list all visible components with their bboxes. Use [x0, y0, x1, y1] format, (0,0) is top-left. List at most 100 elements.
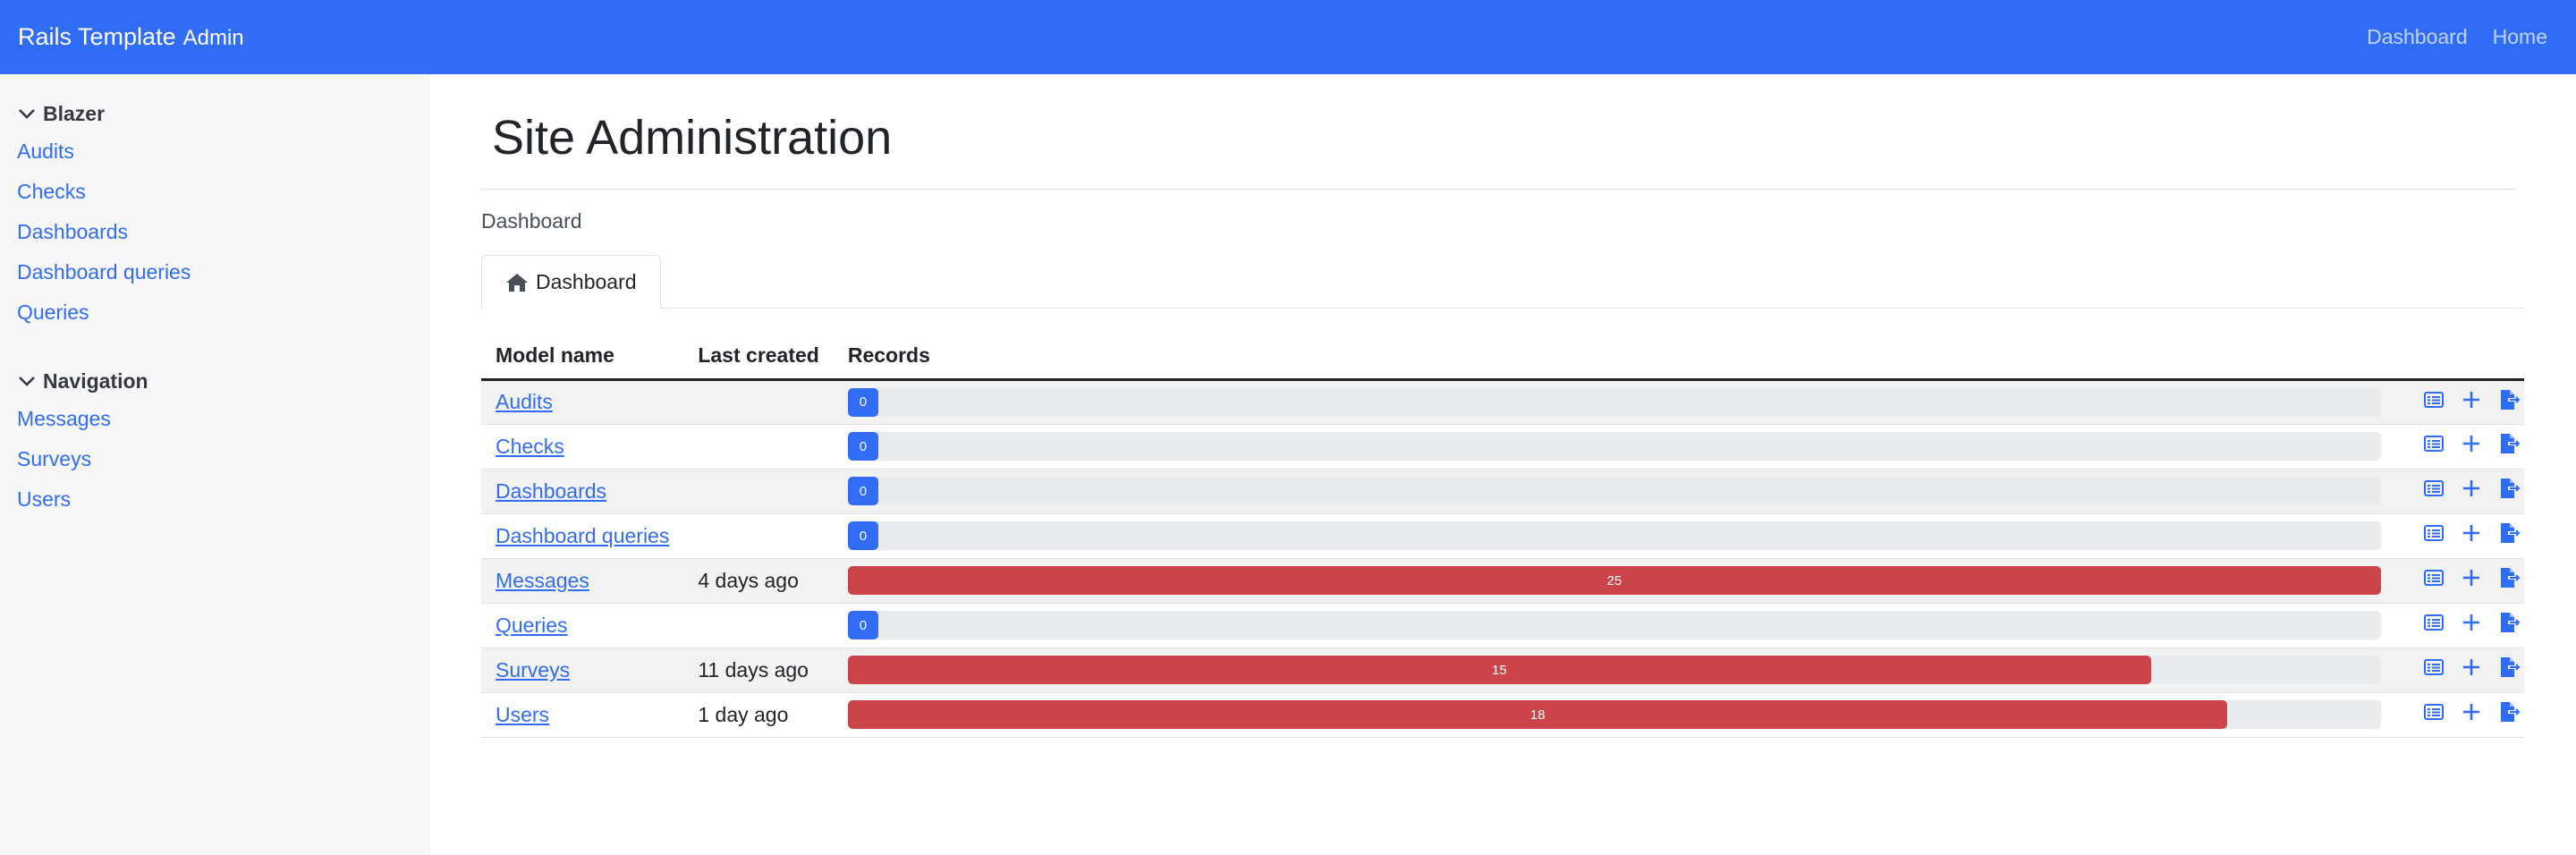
export-icon[interactable] — [2497, 477, 2521, 505]
model-link[interactable]: Checks — [496, 435, 564, 458]
export-icon[interactable] — [2497, 432, 2521, 461]
records-progress-bar: 0 — [847, 432, 878, 461]
sidebar-section-toggle[interactable]: Navigation — [0, 363, 428, 399]
sidebar-section-navigation: Navigation Messages Surveys Users — [0, 363, 428, 520]
breadcrumb: Dashboard — [481, 209, 582, 233]
main-content: Site Administration Dashboard Dashboard … — [481, 74, 2524, 738]
cell-actions — [2394, 648, 2524, 693]
sidebar-item-dashboard-queries[interactable]: Dashboard queries — [0, 252, 428, 292]
model-link[interactable]: Dashboards — [496, 479, 606, 503]
sidebar-item-messages[interactable]: Messages — [0, 399, 428, 439]
export-icon[interactable] — [2497, 566, 2521, 595]
model-link[interactable]: Messages — [496, 569, 589, 592]
cell-records: 0 — [833, 603, 2395, 648]
model-link[interactable]: Audits — [496, 390, 553, 413]
cell-model-name: Dashboard queries — [481, 513, 684, 559]
records-progress: 25 — [847, 566, 2381, 595]
cell-model-name: Audits — [481, 379, 684, 425]
export-icon[interactable] — [2497, 611, 2521, 639]
records-progress: 0 — [847, 387, 2381, 417]
records-progress-bar: 18 — [847, 700, 2228, 729]
plus-icon[interactable] — [2460, 611, 2483, 639]
header-model-name: Model name — [481, 333, 684, 381]
export-icon[interactable] — [2497, 700, 2521, 729]
page-title: Site Administration — [492, 111, 893, 165]
table-row: Messages 4 days ago 25 — [481, 558, 2524, 604]
sidebar-section-toggle[interactable]: Blazer — [0, 96, 428, 131]
cell-records: 0 — [833, 469, 2395, 514]
cell-last-created: 11 days ago — [683, 648, 834, 693]
list-icon[interactable] — [2422, 432, 2445, 461]
table-row: Surveys 11 days ago 15 — [481, 648, 2524, 693]
records-progress-bar: 0 — [847, 387, 878, 417]
cell-last-created — [683, 469, 834, 514]
plus-icon[interactable] — [2460, 700, 2483, 729]
cell-model-name: Messages — [481, 558, 684, 604]
records-progress: 15 — [847, 656, 2381, 684]
list-icon[interactable] — [2422, 566, 2445, 595]
sidebar-item-surveys[interactable]: Surveys — [0, 439, 428, 479]
records-progress: 0 — [847, 521, 2381, 550]
cell-model-name: Users — [481, 692, 684, 738]
records-progress: 0 — [847, 477, 2381, 505]
brand[interactable]: Rails Template Admin — [18, 23, 244, 51]
export-icon[interactable] — [2497, 656, 2521, 684]
header-last-created: Last created — [683, 333, 834, 381]
top-navbar: Rails Template Admin Dashboard Home — [0, 0, 2576, 74]
cell-model-name: Surveys — [481, 648, 684, 693]
sidebar-item-dashboards[interactable]: Dashboards — [0, 212, 428, 252]
list-icon[interactable] — [2422, 521, 2445, 550]
cell-actions — [2394, 513, 2524, 559]
list-icon[interactable] — [2422, 388, 2445, 417]
brand-subtitle[interactable]: Admin — [183, 26, 244, 51]
chevron-down-icon — [19, 377, 35, 386]
table-row: Dashboard queries 0 — [481, 513, 2524, 559]
records-progress-bar: 25 — [847, 566, 2381, 595]
plus-icon[interactable] — [2460, 656, 2483, 684]
brand-title[interactable]: Rails Template — [18, 23, 176, 51]
top-links: Dashboard Home — [2367, 25, 2558, 49]
cell-records: 25 — [833, 558, 2395, 604]
list-icon[interactable] — [2422, 477, 2445, 505]
header-actions — [2394, 333, 2524, 381]
list-icon[interactable] — [2422, 700, 2445, 729]
nav-link-dashboard[interactable]: Dashboard — [2367, 25, 2468, 49]
cell-records: 18 — [833, 692, 2395, 738]
sidebar-item-queries[interactable]: Queries — [0, 292, 428, 333]
plus-icon[interactable] — [2460, 432, 2483, 461]
model-link[interactable]: Queries — [496, 614, 568, 637]
records-progress-bar: 0 — [847, 477, 878, 505]
sidebar-section-title: Blazer — [43, 101, 106, 125]
plus-icon[interactable] — [2460, 388, 2483, 417]
tab-label: Dashboard — [536, 270, 637, 293]
cell-actions — [2394, 379, 2524, 425]
plus-icon[interactable] — [2460, 566, 2483, 595]
cell-actions — [2394, 558, 2524, 604]
cell-last-created — [683, 379, 834, 425]
records-progress: 0 — [847, 432, 2381, 461]
sidebar-item-checks[interactable]: Checks — [0, 172, 428, 212]
plus-icon[interactable] — [2460, 477, 2483, 505]
sidebar: Blazer Audits Checks Dashboards Dashboar… — [0, 74, 429, 855]
table-row: Audits 0 — [481, 379, 2524, 425]
cell-actions — [2394, 692, 2524, 738]
list-icon[interactable] — [2422, 611, 2445, 639]
sidebar-item-users[interactable]: Users — [0, 479, 428, 520]
list-icon[interactable] — [2422, 656, 2445, 684]
model-link[interactable]: Users — [496, 703, 549, 726]
cell-records: 15 — [833, 648, 2395, 693]
sidebar-item-audits[interactable]: Audits — [0, 131, 428, 172]
model-link[interactable]: Surveys — [496, 658, 570, 681]
export-icon[interactable] — [2497, 388, 2521, 417]
cell-model-name: Checks — [481, 424, 684, 470]
tab-dashboard[interactable]: Dashboard — [481, 255, 661, 309]
nav-link-home[interactable]: Home — [2493, 25, 2547, 49]
divider — [481, 189, 2516, 190]
cell-last-created: 4 days ago — [683, 558, 834, 604]
model-link[interactable]: Dashboard queries — [496, 524, 669, 547]
plus-icon[interactable] — [2460, 521, 2483, 550]
export-icon[interactable] — [2497, 521, 2521, 550]
cell-last-created — [683, 513, 834, 559]
sidebar-section-blazer: Blazer Audits Checks Dashboards Dashboar… — [0, 96, 428, 333]
cell-actions — [2394, 469, 2524, 514]
